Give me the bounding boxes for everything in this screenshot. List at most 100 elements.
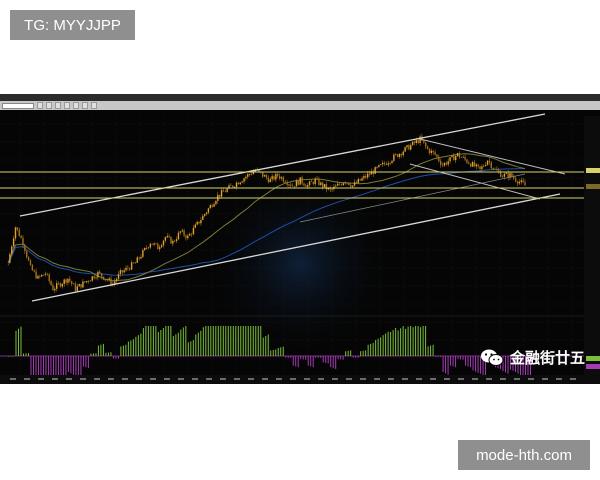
candle-body [160, 245, 163, 248]
histogram-bar [335, 356, 337, 370]
histogram-bar [127, 341, 129, 356]
candle-body [348, 182, 350, 185]
candle-body [490, 162, 492, 168]
candle-body [211, 205, 213, 207]
histogram-bar [165, 326, 167, 356]
histogram-bar [452, 356, 454, 367]
histogram-bar [310, 356, 312, 367]
histogram-bar [332, 356, 334, 369]
candle-body [265, 175, 268, 178]
histogram-bar [415, 326, 417, 356]
candle-body [269, 179, 271, 183]
histogram-bar [10, 356, 12, 357]
histogram-bar [325, 356, 327, 363]
candle-body [205, 212, 208, 215]
candle-body [475, 164, 477, 167]
histogram-bar [312, 356, 314, 368]
candle-body [524, 182, 526, 186]
histogram-bar [70, 356, 72, 374]
histogram-bar [445, 356, 447, 374]
histogram-bar [195, 334, 197, 356]
date-tick [192, 378, 198, 380]
histogram-bar [222, 326, 224, 356]
histogram-bar [450, 356, 452, 366]
date-tick [318, 378, 324, 380]
candle-body [361, 178, 363, 181]
candle-body [308, 181, 311, 186]
candle-body [108, 278, 110, 281]
candle-body [147, 247, 150, 249]
candle-body [385, 163, 388, 165]
histogram-bar [260, 326, 262, 356]
candle-body [378, 164, 380, 168]
candle-body [453, 155, 455, 161]
candle-body [232, 185, 234, 188]
candle-body [336, 183, 339, 186]
candle-body [292, 185, 294, 187]
candle-body [69, 278, 71, 282]
candle-body [114, 281, 116, 284]
candle-body [499, 171, 502, 177]
candle-body [70, 281, 73, 284]
candle-body [14, 227, 17, 239]
candle-body [170, 236, 172, 244]
wechat-account-watermark: 金融街廿五 [480, 347, 585, 368]
histogram-bar [465, 356, 467, 366]
candle-body [462, 156, 464, 158]
histogram-bar [255, 326, 257, 356]
candle-body [224, 191, 226, 193]
histogram-bar [132, 339, 134, 356]
histogram-bar [320, 356, 322, 358]
candle-body [469, 163, 472, 167]
histogram-bar [105, 352, 107, 356]
candle-body [54, 288, 56, 291]
histogram-bar [107, 352, 109, 356]
candle-body [466, 159, 468, 163]
candle-body [522, 180, 524, 183]
histogram-bar [170, 326, 172, 356]
candle-body [18, 229, 20, 237]
candle-body [325, 184, 328, 190]
histogram-bar [365, 350, 367, 356]
candle-body [202, 215, 204, 221]
candle-body [42, 274, 45, 276]
date-tick [458, 378, 464, 380]
histogram-bar [420, 327, 422, 356]
candle-body [374, 167, 376, 174]
histogram-bar [315, 356, 317, 358]
candle-body [127, 267, 129, 269]
histogram-bar [467, 356, 469, 367]
histogram-bar [280, 347, 282, 356]
histogram-bar [360, 351, 362, 356]
candle-body [355, 182, 358, 183]
tg-watermark: TG: MYYJJPP [10, 10, 135, 40]
candle-body [134, 262, 137, 264]
price-marker [586, 364, 600, 369]
candle-body [318, 178, 320, 185]
candle-body [174, 240, 176, 242]
date-tick [52, 378, 58, 380]
histogram-bar [175, 334, 177, 356]
candle-body [391, 160, 393, 163]
candle-body [102, 276, 105, 280]
candle-body [203, 214, 206, 216]
histogram-bar [140, 333, 142, 356]
candle-body [39, 275, 41, 277]
histogram-bar [417, 326, 419, 356]
candle-body [436, 154, 438, 157]
histogram-bar [357, 356, 359, 358]
histogram-bar [370, 343, 372, 356]
candle-body [61, 284, 64, 287]
candle-body [115, 278, 118, 282]
candle-body [209, 205, 212, 209]
date-tick [542, 378, 548, 380]
candle-body [213, 204, 215, 207]
candle-body [110, 278, 112, 285]
candle-body [164, 237, 167, 241]
histogram-bar [405, 328, 407, 356]
histogram-bar [470, 356, 472, 368]
candle-body [501, 176, 504, 178]
date-tick [178, 378, 184, 380]
date-tick [486, 378, 492, 380]
histogram-bar [302, 356, 304, 360]
